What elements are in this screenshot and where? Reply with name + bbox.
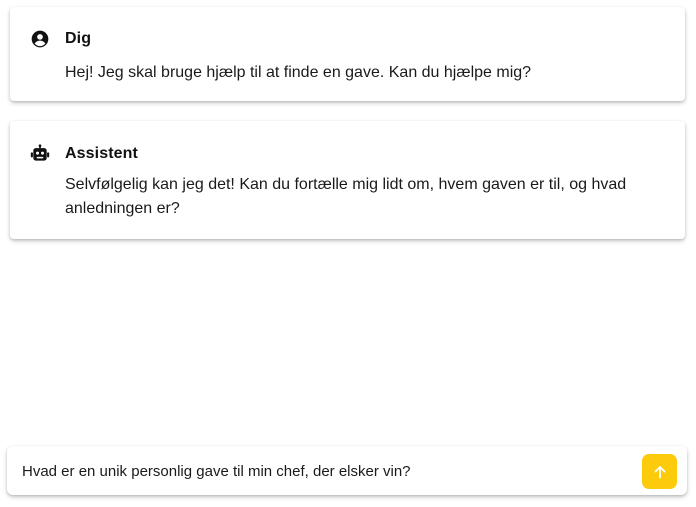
- sender-row: Assistent: [30, 143, 138, 165]
- sender-name: Assistent: [65, 145, 138, 162]
- chat-input[interactable]: [22, 458, 622, 484]
- message-card-user: Dig Hej! Jeg skal bruge hjælp til at fin…: [10, 7, 685, 101]
- message-text: Selvfølgelig kan jeg det! Kan du fortæll…: [65, 176, 627, 217]
- robot-icon: [30, 144, 50, 164]
- arrow-up-icon: [652, 464, 668, 480]
- sender-name: Dig: [65, 30, 92, 47]
- sender-row: Dig: [30, 28, 91, 50]
- user-circle-icon: [30, 29, 50, 49]
- message-text: Hej! Jeg skal bruge hjælp til at finde e…: [65, 64, 532, 81]
- message-composer: [7, 446, 687, 495]
- message-card-assistant: Assistent Selvfølgelig kan jeg det! Kan …: [10, 121, 685, 239]
- chat-page: Dig Hej! Jeg skal bruge hjælp til at fin…: [0, 0, 696, 507]
- send-button[interactable]: [642, 454, 677, 489]
